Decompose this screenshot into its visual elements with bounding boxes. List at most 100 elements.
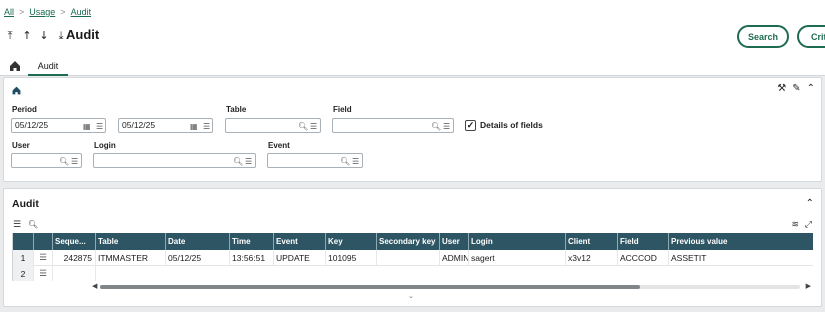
cell-secondary-key[interactable] [377, 250, 440, 266]
menu-icon[interactable]: ☰ [71, 155, 78, 168]
cell-sequence[interactable] [53, 266, 96, 281]
period-to-field[interactable]: 05/12/25 ▦ ☰ [118, 118, 213, 133]
audit-table: Seque... Table Date Time Event Key Secon… [12, 233, 813, 281]
menu-icon[interactable]: ☰ [443, 120, 450, 133]
row-menu-icon[interactable]: ☰ [34, 250, 53, 266]
breadcrumb-all[interactable]: All [4, 7, 14, 17]
cell-event[interactable]: UPDATE [274, 250, 326, 266]
row-number-header [13, 233, 34, 250]
breadcrumb-separator: > [19, 7, 25, 17]
breadcrumb-audit[interactable]: Audit [71, 7, 92, 17]
cell-previous-value[interactable]: ASSETIT [669, 250, 813, 266]
cell-client[interactable]: x3v12 [566, 250, 618, 266]
column-header-user[interactable]: User [440, 233, 469, 250]
search-icon[interactable]: 🔍︎ [431, 120, 441, 133]
breadcrumb-usage[interactable]: Usage [29, 7, 55, 17]
details-of-fields-label: Details of fields [480, 120, 543, 130]
column-header-table[interactable]: Table [96, 233, 166, 250]
menu-icon[interactable]: ☰ [203, 120, 210, 133]
expand-down-icon[interactable]: ⌄ [408, 292, 414, 300]
search-icon[interactable]: 🔍︎ [59, 155, 69, 168]
column-header-time[interactable]: Time [230, 233, 274, 250]
breadcrumb-separator: > [60, 7, 66, 17]
fullscreen-icon[interactable]: ⤢ [805, 220, 812, 230]
column-header-key[interactable]: Key [326, 233, 377, 250]
grid-search-icon[interactable]: 🔍︎ [28, 220, 38, 229]
cell-login[interactable]: sagert [469, 250, 566, 266]
period-from-field[interactable]: 05/12/25 ▦ ☰ [11, 118, 106, 133]
row-number: 1 [13, 250, 34, 266]
audit-grid-panel: Audit ⌃ ☰ 🔍︎ ≋ ⤢ Seque... Table Date Tim… [3, 188, 822, 307]
scroll-thumb[interactable] [100, 285, 640, 289]
cell-field[interactable]: ACCCOD [618, 250, 669, 266]
search-icon[interactable]: 🔍︎ [298, 120, 308, 133]
event-field[interactable]: 🔍︎ ☰ [267, 153, 363, 168]
column-header-login[interactable]: Login [469, 233, 566, 250]
column-header-event[interactable]: Event [274, 233, 326, 250]
collapse-icon[interactable]: ⌃ [806, 198, 814, 209]
cell-time[interactable]: 13:56:51 [230, 250, 274, 266]
scroll-left-icon[interactable]: ◀ [92, 282, 97, 290]
pin-icon[interactable]: ⚒ [777, 83, 786, 94]
menu-icon[interactable]: ☰ [352, 155, 359, 168]
panel-toolbar: ⚒ ✎ ⌃ [777, 83, 815, 94]
field-label: Field [333, 105, 352, 114]
details-of-fields-checkbox[interactable]: ✓ [465, 120, 476, 131]
table-label: Table [226, 105, 247, 114]
tab-audit[interactable]: Audit [28, 57, 68, 76]
cell-user[interactable]: ADMIN [440, 250, 469, 266]
cell-table[interactable]: ITMMASTER [96, 250, 166, 266]
column-header-client[interactable]: Client [566, 233, 618, 250]
table-field[interactable]: 🔍︎ ☰ [225, 118, 321, 133]
table-header-row: Seque... Table Date Time Event Key Secon… [13, 233, 813, 250]
previous-record-icon[interactable]: ↑ [21, 29, 33, 43]
menu-icon[interactable]: ☰ [245, 155, 252, 168]
grid-menu-icon[interactable]: ☰ [13, 220, 21, 230]
header-area: All > Usage > Audit ⤒ ↑ ↓ ⤓ Audit Search… [0, 0, 825, 76]
user-label: User [12, 141, 30, 150]
period-label: Period [12, 105, 37, 114]
event-label: Event [268, 141, 290, 150]
login-label: Login [94, 141, 116, 150]
criteria-button[interactable]: Crit [797, 25, 825, 48]
user-field[interactable]: 🔍︎ ☰ [11, 153, 82, 168]
column-header-secondary-key[interactable]: Secondary key [377, 233, 440, 250]
edit-pencil-icon[interactable]: ✎ [792, 83, 800, 94]
row-menu-icon[interactable]: ☰ [34, 266, 53, 281]
calendar-icon[interactable]: ▦ [83, 120, 91, 133]
column-header-previous-value[interactable]: Previous value [669, 233, 813, 250]
home-icon [12, 86, 21, 95]
calendar-icon[interactable]: ▦ [190, 120, 198, 133]
layers-icon[interactable]: ≋ [791, 220, 799, 230]
home-icon[interactable] [8, 59, 22, 73]
column-header-sequence[interactable]: Seque... [53, 233, 96, 250]
column-header-field[interactable]: Field [618, 233, 669, 250]
column-header-date[interactable]: Date [166, 233, 230, 250]
field-field[interactable]: 🔍︎ ☰ [332, 118, 454, 133]
menu-icon[interactable]: ☰ [310, 120, 317, 133]
cell-key[interactable]: 101095 [326, 250, 377, 266]
next-record-icon[interactable]: ↓ [38, 29, 50, 43]
record-navigation: ⤒ ↑ ↓ ⤓ [4, 29, 67, 43]
grid-title: Audit [12, 198, 39, 210]
row-number: 2 [13, 266, 34, 281]
table-row[interactable]: 1 ☰ 242875 ITMMASTER 05/12/25 13:56:51 U… [13, 250, 813, 266]
period-to-value: 05/12/25 [122, 120, 156, 130]
search-icon[interactable]: 🔍︎ [233, 155, 243, 168]
first-record-icon[interactable]: ⤒ [4, 29, 16, 43]
horizontal-scrollbar[interactable]: ◀ ▶ [90, 282, 812, 292]
menu-icon[interactable]: ☰ [96, 120, 103, 133]
login-field[interactable]: 🔍︎ ☰ [93, 153, 256, 168]
table-row[interactable]: 2 ☰ [13, 266, 813, 281]
page-title: Audit [66, 27, 100, 42]
collapse-icon[interactable]: ⌃ [807, 83, 815, 94]
cell-date[interactable]: 05/12/25 [166, 250, 230, 266]
search-button[interactable]: Search [737, 25, 789, 48]
cell-sequence[interactable]: 242875 [53, 250, 96, 266]
search-icon[interactable]: 🔍︎ [340, 155, 350, 168]
row-menu-header [34, 233, 53, 250]
period-from-value: 05/12/25 [15, 120, 49, 130]
tab-bar: Audit [0, 57, 825, 76]
breadcrumb: All > Usage > Audit [4, 7, 91, 17]
scroll-right-icon[interactable]: ▶ [806, 282, 811, 290]
